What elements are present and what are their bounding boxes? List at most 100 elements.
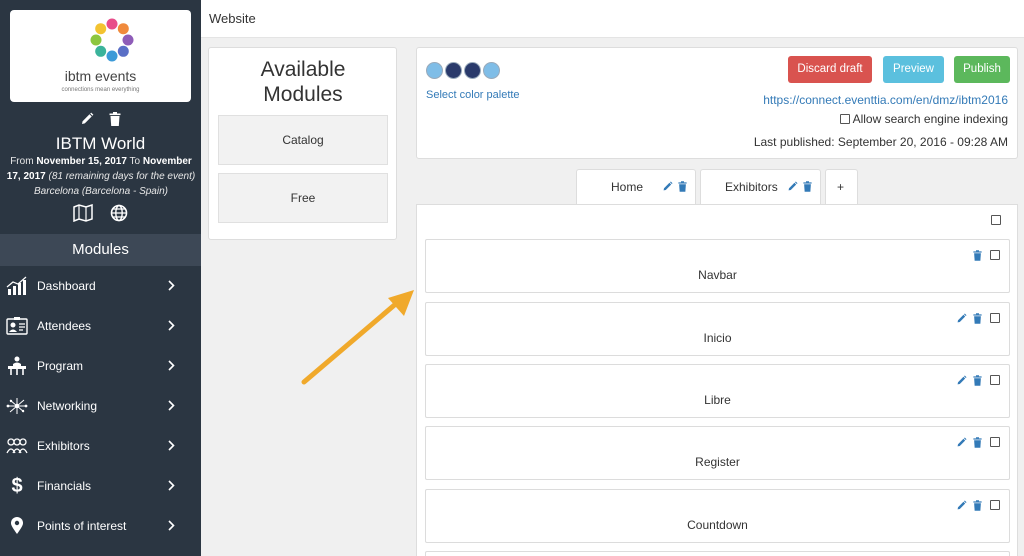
preview-button[interactable]: Preview bbox=[883, 56, 944, 83]
section-label: Inicio bbox=[426, 331, 1009, 345]
select-color-palette-link[interactable]: Select color palette bbox=[426, 89, 520, 101]
sidebar-item-attendees[interactable]: Attendees bbox=[0, 306, 201, 346]
publish-button[interactable]: Publish bbox=[954, 56, 1010, 83]
trash-icon[interactable] bbox=[109, 112, 121, 126]
section-checkbox[interactable] bbox=[990, 250, 1000, 260]
chart-bar-icon bbox=[5, 274, 29, 298]
chevron-right-icon bbox=[168, 480, 175, 491]
network-icon bbox=[5, 394, 29, 418]
trash-icon[interactable] bbox=[973, 437, 982, 448]
chevron-right-icon bbox=[168, 400, 175, 411]
sidebar-item-label: Points of interest bbox=[37, 519, 126, 533]
discard-draft-button[interactable]: Discard draft bbox=[788, 56, 872, 83]
add-tab-button[interactable]: + bbox=[825, 169, 858, 204]
module-free[interactable]: Free bbox=[218, 173, 388, 223]
event-actions bbox=[0, 110, 201, 128]
trash-icon[interactable] bbox=[678, 181, 687, 192]
sidebar-item-points-of-interest[interactable]: Points of interest bbox=[0, 506, 201, 546]
section-register[interactable]: Register bbox=[425, 426, 1010, 480]
logo-tagline: connections mean everything bbox=[10, 87, 191, 93]
trash-icon[interactable] bbox=[973, 375, 982, 386]
section-checkbox[interactable] bbox=[990, 313, 1000, 323]
section-checkbox[interactable] bbox=[990, 500, 1000, 510]
search-indexing-checkbox[interactable] bbox=[840, 114, 850, 124]
section-checkbox[interactable] bbox=[990, 437, 1000, 447]
palette-swatch bbox=[464, 62, 481, 79]
modules-header: Modules bbox=[0, 234, 201, 266]
logo-text: ibtm events bbox=[10, 68, 191, 84]
website-settings-panel: Select color palette Discard draft Previ… bbox=[416, 47, 1018, 159]
last-published-text: Last published: September 20, 2016 - 09:… bbox=[754, 135, 1008, 149]
section-label: Navbar bbox=[426, 268, 1009, 282]
color-palette[interactable] bbox=[426, 62, 502, 79]
section-countdown[interactable]: Countdown bbox=[425, 489, 1010, 543]
select-all-checkbox[interactable] bbox=[991, 215, 1001, 225]
chevron-right-icon bbox=[168, 280, 175, 291]
event-logo: ibtm events connections mean everything bbox=[10, 10, 191, 102]
search-indexing-label: Allow search engine indexing bbox=[853, 112, 1008, 126]
dollar-icon: $ bbox=[5, 474, 29, 498]
chevron-right-icon bbox=[168, 520, 175, 531]
section-label: Register bbox=[426, 455, 1009, 469]
chevron-right-icon bbox=[168, 440, 175, 451]
sidebar-item-label: Program bbox=[37, 359, 83, 373]
chevron-right-icon bbox=[168, 360, 175, 371]
section-checkbox[interactable] bbox=[990, 375, 1000, 385]
sidebar-item-program[interactable]: Program bbox=[0, 346, 201, 386]
sidebar-item-exhibitors[interactable]: Exhibitors bbox=[0, 426, 201, 466]
top-bar: Website bbox=[201, 0, 1024, 38]
pencil-icon[interactable] bbox=[956, 437, 967, 448]
sidebar-item-networking[interactable]: Networking bbox=[0, 386, 201, 426]
pencil-icon[interactable] bbox=[662, 181, 673, 192]
pencil-icon[interactable] bbox=[956, 375, 967, 386]
event-title: IBTM World bbox=[0, 134, 201, 154]
event-location: Barcelona (Barcelona - Spain) bbox=[34, 186, 168, 197]
site-url-link[interactable]: https://connect.eventtia.com/en/dmz/ibtm… bbox=[763, 93, 1008, 107]
people-group-icon bbox=[5, 434, 29, 458]
palette-swatch bbox=[483, 62, 500, 79]
pencil-icon[interactable] bbox=[80, 112, 94, 126]
pencil-icon[interactable] bbox=[956, 500, 967, 511]
event-dates: From November 15, 2017 To November 17, 2… bbox=[6, 154, 196, 199]
tab-exhibitors[interactable]: Exhibitors bbox=[700, 169, 821, 204]
map-pin-icon bbox=[5, 514, 29, 538]
sidebar-nav: Dashboard Attendees Program Networking bbox=[0, 266, 201, 546]
section-label: Countdown bbox=[426, 518, 1009, 532]
section-navbar[interactable]: Navbar bbox=[425, 239, 1010, 293]
globe-icon[interactable] bbox=[110, 204, 128, 222]
chevron-right-icon bbox=[168, 320, 175, 331]
palette-swatch bbox=[426, 62, 443, 79]
event-links bbox=[0, 204, 201, 222]
section-partial[interactable] bbox=[425, 551, 1010, 556]
sidebar: ibtm events connections mean everything … bbox=[0, 0, 201, 556]
section-inicio[interactable]: Inicio bbox=[425, 302, 1010, 356]
map-icon[interactable] bbox=[73, 204, 93, 222]
trash-icon[interactable] bbox=[973, 313, 982, 324]
add-tab-label: + bbox=[837, 180, 844, 194]
sidebar-item-dashboard[interactable]: Dashboard bbox=[0, 266, 201, 306]
sidebar-item-label: Exhibitors bbox=[37, 439, 90, 453]
annotation-arrow-icon bbox=[296, 286, 420, 390]
pencil-icon[interactable] bbox=[787, 181, 798, 192]
available-modules-title: Available Modules bbox=[233, 57, 373, 107]
sidebar-item-label: Attendees bbox=[37, 319, 91, 333]
id-badge-icon bbox=[5, 314, 29, 338]
palette-swatch bbox=[445, 62, 462, 79]
tab-label: Home bbox=[611, 180, 643, 194]
page-sections-panel: Navbar Inicio Libre Register Countdown bbox=[416, 204, 1018, 556]
sidebar-item-label: Networking bbox=[37, 399, 97, 413]
available-modules-panel: Available Modules Catalog Free bbox=[208, 47, 397, 240]
module-catalog[interactable]: Catalog bbox=[218, 115, 388, 165]
trash-icon[interactable] bbox=[973, 250, 982, 261]
trash-icon[interactable] bbox=[973, 500, 982, 511]
pencil-icon[interactable] bbox=[956, 313, 967, 324]
tab-label: Exhibitors bbox=[725, 180, 778, 194]
search-indexing-option: Allow search engine indexing bbox=[840, 112, 1008, 126]
logo-flower-icon bbox=[88, 16, 136, 64]
sidebar-item-financials[interactable]: $ Financials bbox=[0, 466, 201, 506]
podium-icon bbox=[5, 354, 29, 378]
trash-icon[interactable] bbox=[803, 181, 812, 192]
tab-home[interactable]: Home bbox=[576, 169, 696, 204]
sidebar-item-label: Financials bbox=[37, 479, 91, 493]
section-libre[interactable]: Libre bbox=[425, 364, 1010, 418]
